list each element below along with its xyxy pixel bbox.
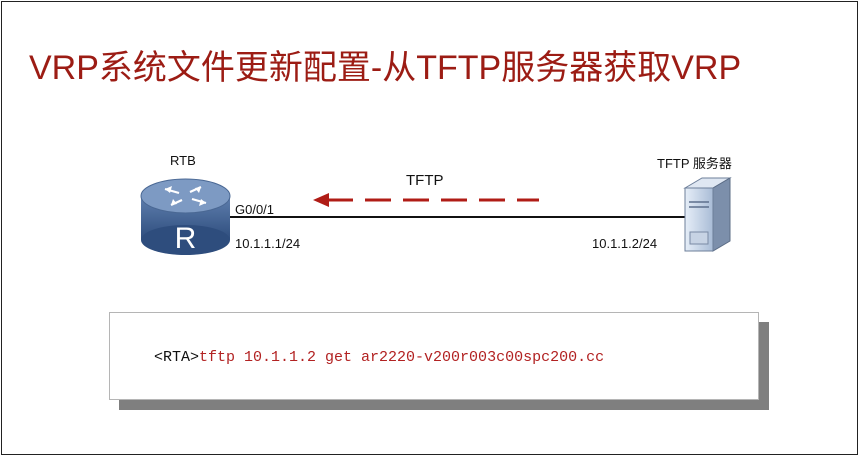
transfer-arrow — [313, 193, 539, 207]
command-prompt: <RTA> — [154, 349, 200, 366]
server-icon — [683, 177, 732, 252]
link-protocol: TFTP — [406, 172, 444, 189]
router-name: RTB — [170, 153, 196, 168]
router-icon: R — [140, 178, 231, 255]
command-box: <RTA>tftp 10.1.1.2 get ar2220-v200r003c0… — [109, 312, 759, 400]
server-ip: 10.1.1.2/24 — [592, 236, 658, 251]
command-text: tftp 10.1.1.2 get ar2220-v200r003c00spc2… — [199, 349, 605, 366]
slide: VRP系统文件更新配置-从TFTP服务器获取VRP R RTB G0/0/1 1… — [1, 1, 858, 455]
server-name: TFTP 服务器 — [657, 156, 732, 171]
command-line: <RTA>tftp 10.1.1.2 get ar2220-v200r003c0… — [154, 349, 604, 366]
svg-text:R: R — [175, 222, 197, 255]
router-ip: 10.1.1.1/24 — [235, 236, 301, 251]
router-port: G0/0/1 — [235, 202, 275, 217]
